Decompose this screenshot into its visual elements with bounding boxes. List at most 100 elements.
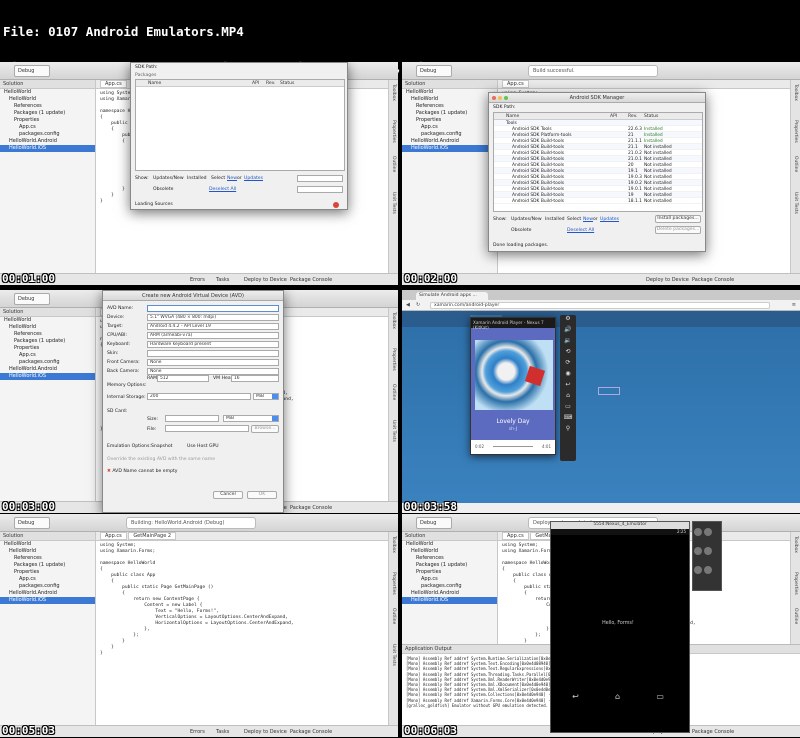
package-console-pad[interactable]: Package Console bbox=[290, 729, 332, 735]
size-unit-select[interactable]: MiB bbox=[223, 415, 279, 422]
seek-bar[interactable] bbox=[493, 446, 533, 447]
install-field[interactable] bbox=[297, 175, 343, 182]
tree-item[interactable]: Packages (1 update) bbox=[0, 562, 95, 569]
pad-tab[interactable]: Document Outline bbox=[793, 156, 800, 188]
pad-tab[interactable]: Toolbox bbox=[793, 84, 798, 116]
tree-item[interactable]: Packages (1 update) bbox=[0, 110, 95, 117]
back-icon[interactable]: ◀ bbox=[406, 302, 410, 308]
editor-tab[interactable]: App.cs bbox=[100, 80, 127, 88]
ok-button[interactable]: OK bbox=[247, 491, 277, 499]
keyboard-icon[interactable]: ⌨ bbox=[560, 414, 576, 425]
field-value[interactable]: ARM (armeabi-v7a) bbox=[147, 332, 279, 339]
updates-link[interactable]: Updates bbox=[244, 176, 263, 181]
menu-icon[interactable]: ≡ bbox=[792, 302, 796, 308]
pad-tab[interactable]: Properties bbox=[391, 120, 396, 152]
pad-tab[interactable]: Properties bbox=[793, 572, 798, 604]
pad-tab[interactable]: Properties bbox=[391, 348, 396, 380]
pad-tab[interactable]: Toolbox bbox=[793, 536, 798, 568]
new-link[interactable]: New bbox=[583, 217, 593, 222]
install-packages-button[interactable]: Install packages... bbox=[655, 215, 701, 223]
packages-table[interactable]: Name API Rev. Status Tools Android SDK To… bbox=[493, 112, 703, 212]
pad-tab[interactable]: Properties bbox=[793, 120, 798, 152]
pad-tab[interactable]: Document Outline bbox=[391, 608, 398, 640]
package-console-pad[interactable]: Package Console bbox=[290, 277, 332, 283]
page-button[interactable] bbox=[598, 387, 620, 395]
editor-tab[interactable]: App.cs bbox=[502, 80, 529, 88]
deploy-pad[interactable]: Deploy to Device bbox=[646, 277, 689, 283]
tree-item[interactable]: HelloWorld.Android bbox=[0, 590, 95, 597]
host-gpu-checkbox[interactable]: Use Host GPU bbox=[187, 444, 219, 449]
back-icon[interactable]: ↩ bbox=[560, 381, 576, 392]
deselect-all-link[interactable]: Deselect All bbox=[209, 187, 236, 192]
tree-item[interactable]: HelloWorld bbox=[402, 89, 497, 96]
tree-item[interactable]: packages.config bbox=[402, 131, 497, 138]
control-button[interactable] bbox=[704, 547, 712, 555]
tree-item[interactable]: Properties bbox=[402, 117, 497, 124]
delete-field[interactable] bbox=[297, 186, 343, 193]
home-icon[interactable]: ⌂ bbox=[560, 392, 576, 403]
package-console-pad[interactable]: Package Console bbox=[290, 505, 332, 511]
emulator-controls[interactable] bbox=[692, 521, 722, 591]
errors-pad[interactable]: Errors bbox=[190, 729, 205, 735]
tree-item[interactable]: HelloWorld.Android bbox=[0, 138, 95, 145]
tree-item[interactable]: App.cs bbox=[402, 124, 497, 131]
size-field[interactable] bbox=[165, 415, 219, 422]
tree-item[interactable]: Properties bbox=[0, 569, 95, 576]
config-select[interactable]: Debug bbox=[14, 65, 50, 77]
search-icon[interactable]: ⚲ bbox=[560, 425, 576, 436]
installed-checkbox[interactable]: Installed bbox=[187, 176, 207, 181]
volume-up-icon[interactable]: 🔊 bbox=[560, 326, 576, 337]
tree-item[interactable]: HelloWorld bbox=[0, 541, 95, 548]
file-field[interactable] bbox=[165, 425, 249, 432]
obsolete-checkbox[interactable]: Obsolete bbox=[511, 228, 531, 233]
tree-item[interactable]: HelloWorld.Android bbox=[402, 590, 497, 597]
control-button[interactable] bbox=[704, 566, 712, 574]
pad-tab[interactable]: Document Outline bbox=[793, 608, 800, 640]
tree-item[interactable]: packages.config bbox=[402, 583, 497, 590]
breadcrumb[interactable]: GetMainPage 2 bbox=[128, 532, 177, 540]
snapshot-checkbox[interactable]: Snapshot bbox=[151, 444, 172, 449]
tree-item[interactable]: packages.config bbox=[0, 359, 95, 366]
field-value[interactable]: Android 4.4.2 - API Level 19 bbox=[147, 323, 279, 330]
code-editor[interactable]: App.cs GetMainPage 2 using System;using … bbox=[96, 532, 388, 725]
tree-item[interactable]: References bbox=[402, 555, 497, 562]
obsolete-checkbox[interactable]: Obsolete bbox=[153, 187, 173, 192]
pad-tab[interactable]: Document Outline bbox=[391, 384, 398, 416]
tree-item[interactable]: HelloWorld bbox=[402, 96, 497, 103]
cancel-button[interactable]: Cancel bbox=[213, 491, 243, 499]
tree-item[interactable]: HelloWorld.Android bbox=[402, 138, 497, 145]
pad-tab[interactable]: Unit Tests bbox=[391, 192, 396, 224]
pad-tab[interactable]: Toolbox bbox=[391, 312, 396, 344]
tree-item[interactable]: HelloWorld bbox=[0, 324, 95, 331]
pad-tab[interactable]: Toolbox bbox=[391, 84, 396, 116]
reload-icon[interactable]: ↻ bbox=[416, 302, 420, 308]
tree-item[interactable]: References bbox=[0, 331, 95, 338]
config-select[interactable]: Debug bbox=[14, 517, 50, 529]
browse-button[interactable]: Browse... bbox=[251, 425, 279, 433]
pad-tab[interactable]: Properties bbox=[391, 572, 396, 604]
stop-icon[interactable] bbox=[333, 202, 339, 208]
tree-item[interactable]: HelloWorld bbox=[0, 548, 95, 555]
tree-item[interactable]: App.cs bbox=[402, 576, 497, 583]
tree-item[interactable]: HelloWorld.iOS bbox=[402, 597, 497, 604]
tree-item[interactable]: HelloWorld bbox=[0, 96, 95, 103]
deselect-all-link[interactable]: Deselect All bbox=[567, 228, 594, 233]
override-checkbox[interactable]: Override the existing AVD with the same … bbox=[107, 457, 215, 462]
tree-item[interactable]: Packages (1 update) bbox=[402, 562, 497, 569]
tree-item[interactable]: HelloWorld.iOS bbox=[0, 373, 95, 380]
pad-tab[interactable]: Unit Tests bbox=[391, 644, 396, 676]
pad-tab[interactable]: Unit Tests bbox=[391, 420, 396, 452]
tree-item[interactable]: App.cs bbox=[0, 124, 95, 131]
tree-item[interactable]: Properties bbox=[402, 569, 497, 576]
tree-item[interactable]: HelloWorld.iOS bbox=[0, 145, 95, 152]
ram-field[interactable]: 512 bbox=[157, 375, 209, 382]
deploy-pad[interactable]: Deploy to Device bbox=[244, 729, 287, 735]
config-select[interactable]: Debug bbox=[14, 293, 50, 305]
pad-tab[interactable]: Toolbox bbox=[391, 536, 396, 568]
tree-item[interactable]: Packages (1 update) bbox=[402, 110, 497, 117]
tree-item[interactable]: References bbox=[0, 555, 95, 562]
tree-item[interactable]: packages.config bbox=[0, 131, 95, 138]
tree-item[interactable]: References bbox=[402, 103, 497, 110]
field-value[interactable]: None bbox=[147, 359, 279, 366]
control-button[interactable] bbox=[694, 566, 702, 574]
